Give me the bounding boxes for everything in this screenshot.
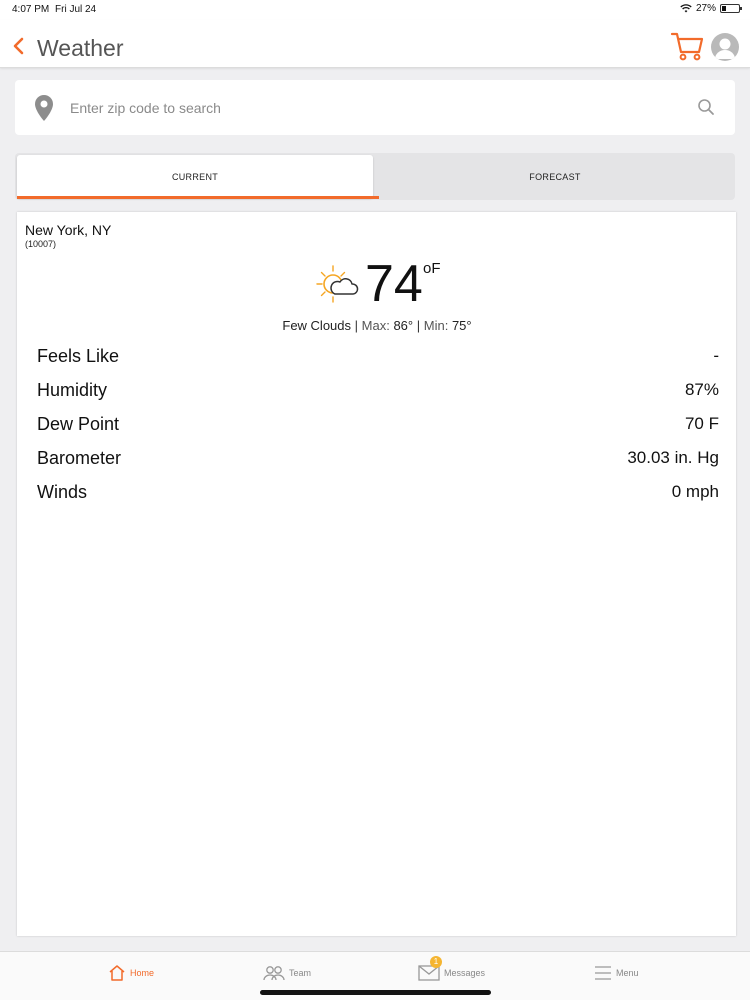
- detail-row-dew-point: Dew Point 70 F: [37, 414, 719, 448]
- detail-label: Winds: [37, 482, 88, 502]
- bottom-nav-label: Team: [289, 968, 312, 978]
- detail-value: -: [713, 346, 719, 365]
- status-bar: 4:07 PM Fri Jul 24 27%: [0, 0, 750, 20]
- detail-row-winds: Winds 0 mph: [37, 482, 719, 516]
- max-label: Max:: [361, 318, 390, 333]
- min-label: Min:: [423, 318, 449, 333]
- detail-label: Humidity: [37, 380, 108, 400]
- detail-label: Barometer: [37, 448, 122, 468]
- detail-row-humidity: Humidity 87%: [37, 380, 719, 414]
- detail-label: Feels Like: [37, 346, 120, 366]
- page-title: Weather: [37, 35, 124, 61]
- detail-label: Dew Point: [37, 414, 120, 434]
- zip-search-input[interactable]: [70, 94, 670, 122]
- detail-value: 0 mph: [671, 482, 719, 501]
- tab-current[interactable]: CURRENT: [17, 155, 373, 198]
- bottom-nav-label: Menu: [616, 968, 639, 978]
- condition-text: Few Clouds: [282, 318, 352, 333]
- status-date: Fri Jul 24: [55, 4, 97, 15]
- city-name: New York, NY: [25, 222, 112, 238]
- battery-icon: [720, 4, 742, 13]
- detail-value: 87%: [684, 380, 719, 399]
- user-avatar-icon[interactable]: [711, 33, 739, 61]
- weather-tabs: CURRENT FORECAST: [15, 153, 735, 200]
- max-value: 86°: [393, 318, 414, 333]
- status-time: 4:07 PM: [12, 4, 50, 15]
- temperature-value: 74: [365, 255, 423, 313]
- bottom-nav-team[interactable]: Team: [263, 962, 311, 984]
- bottom-nav-label: Home: [130, 968, 155, 978]
- detail-value: 70 F: [684, 414, 719, 433]
- bottom-nav-label: Messages: [444, 968, 486, 978]
- bottom-nav-messages[interactable]: 1 Messages: [418, 956, 486, 984]
- battery-percent: 27%: [695, 3, 716, 14]
- search-icon[interactable]: [697, 98, 715, 116]
- bottom-nav-home[interactable]: Home: [108, 962, 154, 984]
- search-bar: [15, 80, 735, 135]
- nav-bar: Weather: [0, 20, 750, 68]
- cart-icon[interactable]: [670, 30, 704, 62]
- home-indicator[interactable]: [260, 990, 491, 995]
- detail-row-barometer: Barometer 30.03 in. Hg: [37, 448, 719, 482]
- weather-summary: Few Clouds | Max: 86° | Min: 75°: [135, 318, 619, 333]
- hamburger-menu-icon: [595, 966, 611, 980]
- home-icon: [109, 965, 125, 981]
- temperature-unit: oF: [423, 260, 441, 277]
- detail-row-feels-like: Feels Like -: [37, 346, 719, 380]
- active-tab-indicator: [17, 196, 379, 199]
- current-weather-card: New York, NY (10007) 74 oF Few Clouds | …: [17, 212, 736, 936]
- divider: |: [416, 318, 421, 333]
- team-icon: [263, 966, 285, 981]
- detail-value: 30.03 in. Hg: [627, 448, 719, 467]
- message-badge: 1: [430, 956, 442, 968]
- chevron-left-icon[interactable]: [10, 36, 28, 56]
- map-pin-icon: [35, 95, 53, 121]
- zip-code: (10007): [25, 239, 57, 249]
- tab-forecast[interactable]: FORECAST: [375, 153, 735, 200]
- partly-cloudy-icon: [316, 265, 359, 303]
- bottom-nav-menu[interactable]: Menu: [594, 962, 639, 984]
- weather-details: Feels Like - Humidity 87% Dew Point 70 F…: [37, 346, 719, 516]
- wifi-icon: [680, 4, 692, 13]
- divider: |: [354, 318, 359, 333]
- min-value: 75°: [451, 318, 472, 333]
- status-indicators: 27%: [680, 3, 742, 14]
